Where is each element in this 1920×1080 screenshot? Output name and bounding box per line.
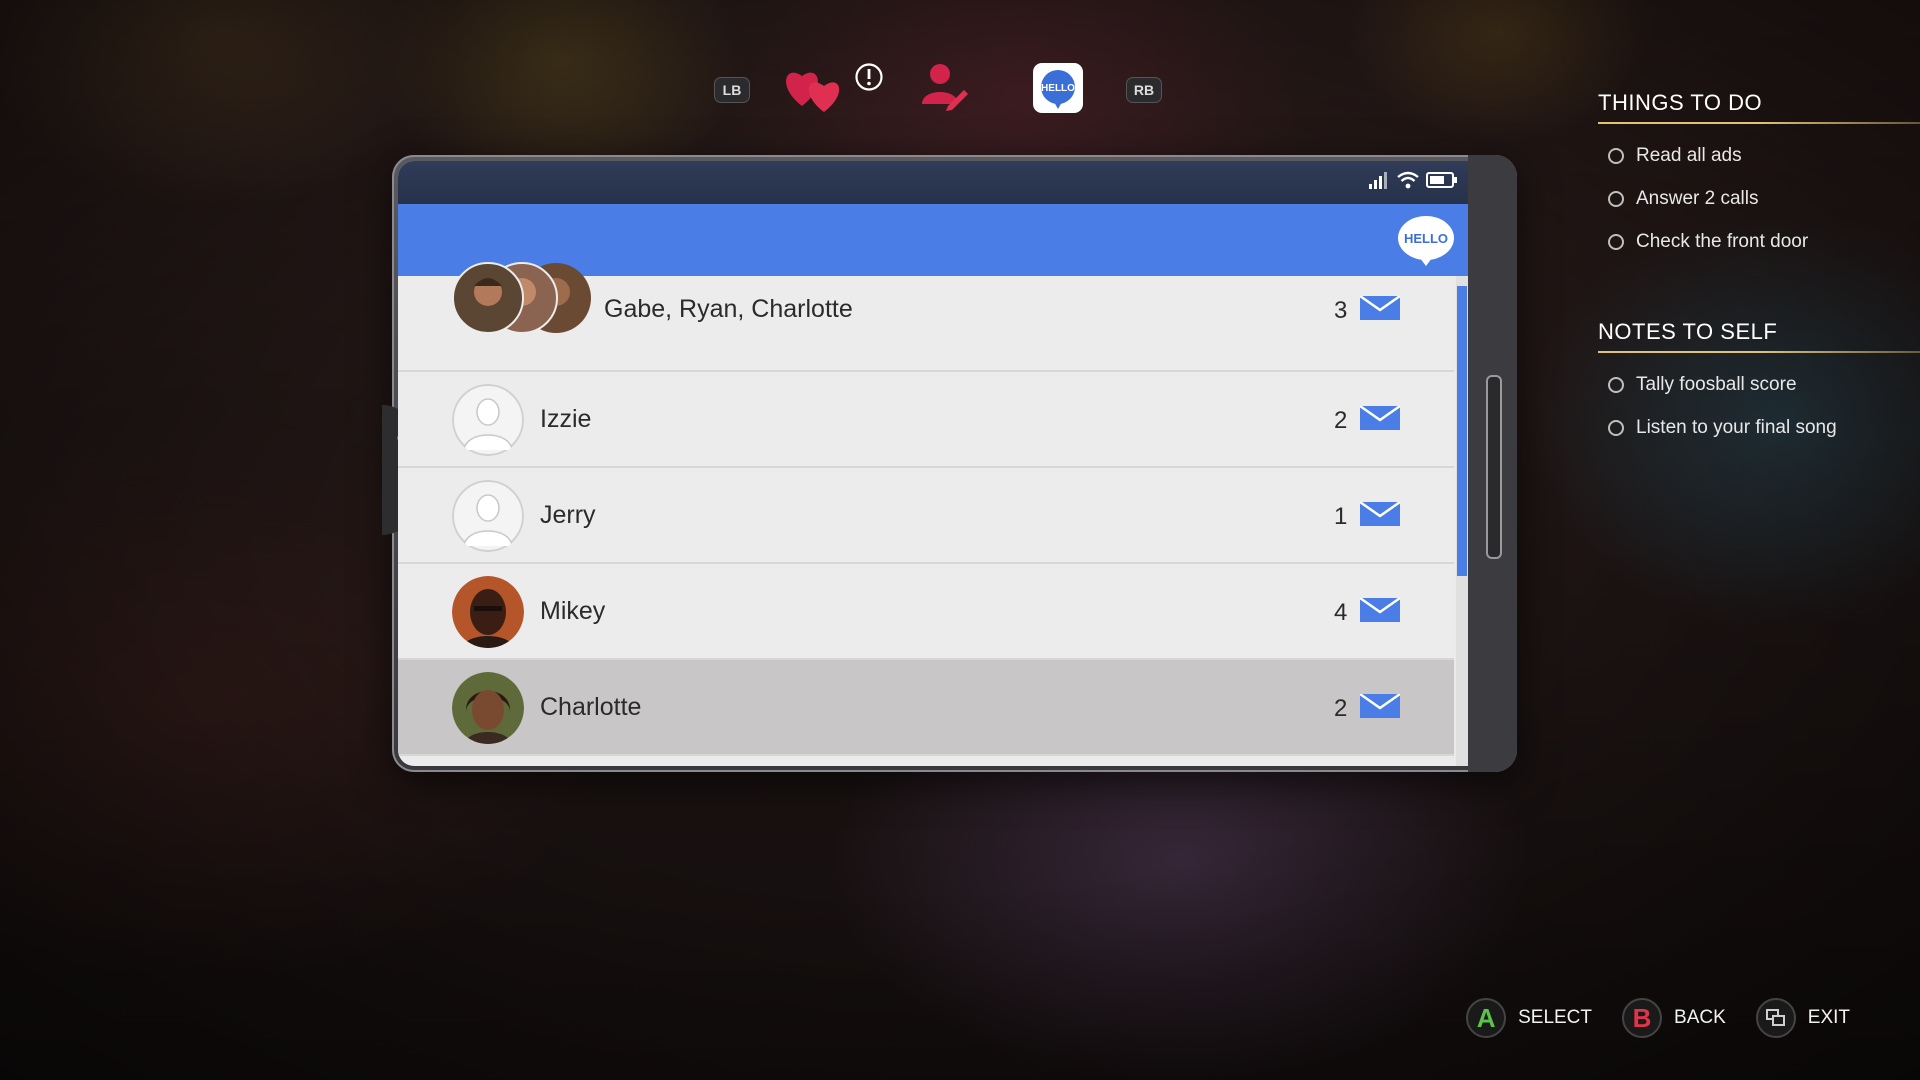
avatar-photo	[452, 576, 524, 648]
battery-icon	[1426, 171, 1458, 194]
contact-edit-icon[interactable]	[918, 60, 970, 117]
task-item: Read all ads	[1608, 134, 1920, 177]
conversation-name: Jerry	[540, 501, 596, 529]
note-label: Tally foosball score	[1636, 373, 1797, 395]
conversation-row[interactable]: Izzie 2	[398, 372, 1454, 468]
tab-bar: LB HELLO RB	[700, 50, 1180, 130]
signal-icon	[1368, 171, 1390, 194]
conversation-name: Izzie	[540, 405, 592, 433]
task-label: Read all ads	[1636, 144, 1742, 166]
unchecked-circle-icon	[1608, 376, 1624, 393]
avatar-placeholder	[452, 480, 524, 552]
envelope-icon	[1359, 404, 1401, 435]
scrollbar-thumb[interactable]	[1457, 286, 1467, 576]
b-button-icon: B	[1622, 998, 1663, 1038]
status-bar	[398, 161, 1468, 204]
hello-logo-icon: HELLO	[1396, 214, 1456, 273]
envelope-icon	[1359, 596, 1401, 627]
hello-logo-text: HELLO	[1404, 231, 1448, 246]
envelope-icon	[1359, 692, 1401, 723]
message-count: 2	[1334, 695, 1348, 722]
phone-home-button	[1486, 375, 1502, 559]
envelope-icon	[1359, 294, 1401, 325]
exit-prompt[interactable]: EXIT	[1755, 998, 1850, 1038]
hearts-icon[interactable]	[782, 62, 852, 119]
hello-app-label: HELLO	[1041, 83, 1075, 94]
conversation-list: Gabe, Ryan, Charlotte 3 Izzie 2 Jerry 1 …	[398, 262, 1454, 766]
note-label: Listen to your final song	[1636, 416, 1837, 438]
avatar-placeholder	[452, 384, 524, 456]
back-label: BACK	[1674, 1007, 1726, 1028]
note-item: Listen to your final song	[1608, 406, 1920, 449]
back-prompt[interactable]: B BACK	[1622, 998, 1726, 1038]
message-count: 3	[1334, 297, 1348, 324]
wifi-icon	[1396, 171, 1420, 194]
conversation-name: Gabe, Ryan, Charlotte	[604, 295, 853, 323]
things-to-do-title: THINGS TO DO	[1598, 90, 1763, 115]
view-button-icon	[1755, 998, 1796, 1038]
conversation-row[interactable]: Mikey 4	[398, 564, 1454, 660]
phone-screen: HELLO Gabe, Ryan, Charlotte 3 Izzie 2 Je…	[398, 161, 1468, 766]
conversation-row-selected[interactable]: Charlotte 2	[398, 660, 1454, 756]
group-avatar	[452, 262, 592, 334]
hello-app-icon[interactable]: HELLO	[1032, 62, 1084, 119]
envelope-icon	[1359, 500, 1401, 531]
lb-bumper[interactable]: LB	[714, 77, 750, 103]
select-prompt[interactable]: A SELECT	[1466, 998, 1592, 1038]
message-count: 1	[1334, 503, 1348, 530]
unchecked-circle-icon	[1608, 233, 1624, 250]
message-count: 2	[1334, 407, 1348, 434]
a-button-icon: A	[1466, 998, 1507, 1038]
task-item: Check the front door	[1608, 220, 1920, 263]
objectives-panel: THINGS TO DO Read all ads Answer 2 calls…	[1598, 90, 1920, 449]
select-label: SELECT	[1518, 1007, 1593, 1028]
exit-label: EXIT	[1807, 1007, 1850, 1028]
message-count: 4	[1334, 599, 1348, 626]
task-item: Answer 2 calls	[1608, 177, 1920, 220]
task-label: Answer 2 calls	[1636, 187, 1759, 209]
avatar-photo	[452, 672, 524, 744]
controller-prompts: A SELECT B BACK EXIT	[1466, 998, 1850, 1038]
unchecked-circle-icon	[1608, 190, 1624, 207]
alert-icon[interactable]	[854, 62, 884, 97]
unchecked-circle-icon	[1608, 419, 1624, 436]
conversation-row[interactable]: Gabe, Ryan, Charlotte 3	[398, 262, 1454, 372]
notes-to-self-title: NOTES TO SELF	[1598, 319, 1778, 344]
rb-bumper[interactable]: RB	[1126, 77, 1162, 103]
conversation-row[interactable]: Jerry 1	[398, 468, 1454, 564]
note-item: Tally foosball score	[1608, 363, 1920, 406]
phone-device: HELLO Gabe, Ryan, Charlotte 3 Izzie 2 Je…	[382, 155, 1517, 772]
unchecked-circle-icon	[1608, 147, 1624, 164]
conversation-name: Mikey	[540, 597, 606, 625]
conversation-name: Charlotte	[540, 693, 642, 721]
task-label: Check the front door	[1636, 230, 1809, 252]
